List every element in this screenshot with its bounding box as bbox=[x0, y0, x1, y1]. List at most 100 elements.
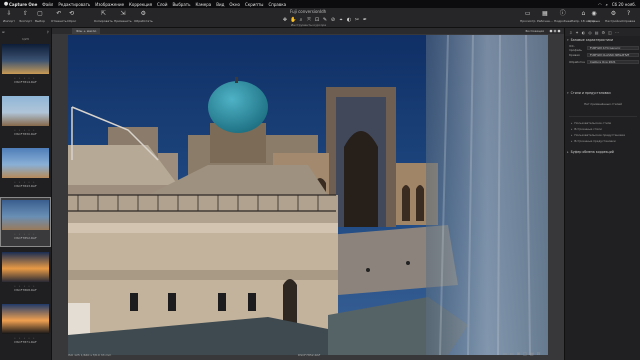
menu-item[interactable]: Коррекция bbox=[129, 2, 152, 7]
toolbar-button[interactable]: ⇲ Применить bbox=[114, 10, 132, 23]
cursor-tool-icon[interactable]: ◐ bbox=[346, 17, 352, 23]
document-title: Fuji conversionIdh bbox=[290, 9, 327, 14]
styles-subitem[interactable]: ▸ Встроенные стили bbox=[571, 127, 602, 131]
info-icon: ⓘ bbox=[559, 10, 566, 17]
menu-item[interactable]: Скрипты bbox=[245, 2, 263, 7]
thumbnail[interactable]: • • • • • DSCF7871.RAF bbox=[1, 302, 50, 350]
toolbar-button-label: Просмотр bbox=[520, 19, 536, 23]
toolbar-button[interactable]: ⟲ Сброс bbox=[67, 10, 76, 23]
styles-subitem[interactable]: ▸ Пользовательские предустановки bbox=[571, 133, 625, 137]
cursor-tool-icon[interactable]: ✂ bbox=[354, 17, 360, 23]
inspector-tab-icon[interactable]: ◐ bbox=[582, 30, 586, 35]
exposure-warning-label[interactable]: Экспозиция bbox=[525, 28, 544, 34]
toolbar-button-label: Справка bbox=[622, 19, 636, 23]
menu-item[interactable]: Слой bbox=[157, 2, 167, 7]
cursor-tools-label: Инструменты курсора bbox=[291, 23, 327, 27]
toolbar-button[interactable]: ⓘ Подробнее bbox=[554, 10, 571, 23]
toolbar-button-label: Отменить bbox=[51, 19, 67, 23]
browser-search-icon[interactable]: ⚲ bbox=[47, 30, 49, 34]
toolbar-button[interactable]: ⇱ Копировать bbox=[94, 10, 113, 23]
viewer-control-icon[interactable]: ▭ bbox=[503, 351, 507, 356]
cursor-tool-icon[interactable]: ✒ bbox=[362, 17, 368, 23]
toolbar-button-label: Применить bbox=[114, 19, 132, 23]
grid-view-icon[interactable]: ⊞ bbox=[2, 30, 5, 34]
browser-panel: ⊞ ⚲ 1/23 • • • • • DSCF7814.RAF • • • • • D… bbox=[0, 28, 52, 360]
menu-item[interactable]: Справка bbox=[268, 2, 286, 7]
toolbar-button-label: Выбор bbox=[35, 19, 46, 23]
thumbnail[interactable]: • • • • • DSCF7843.RAF bbox=[1, 146, 50, 194]
styles-subitem[interactable]: ▸ Встроенные предустановки bbox=[571, 139, 616, 143]
menu-item[interactable]: Вид bbox=[216, 2, 224, 7]
toolbar-button[interactable]: ↶ Отменить bbox=[51, 10, 67, 23]
viewer-control-icon[interactable]: ⊞ bbox=[517, 351, 520, 356]
viewer-control-icon[interactable]: ▭ bbox=[510, 351, 514, 356]
clock[interactable]: Сб 20 нояб. bbox=[612, 2, 636, 7]
copy-icon: ⇱ bbox=[100, 10, 106, 17]
wifi-icon[interactable]: ◠ bbox=[598, 2, 602, 7]
thumbnail[interactable]: • • • • • DSCF7852.RAF bbox=[0, 197, 51, 247]
viewer-control-icon[interactable]: ⊡ bbox=[537, 351, 540, 356]
cursor-tool-icon[interactable]: ✥ bbox=[282, 17, 288, 23]
thumbnail-filename: DSCF7830.RAF bbox=[14, 132, 37, 136]
inspector-tab-icon[interactable]: ⚙ bbox=[602, 30, 606, 35]
toolbar-button[interactable]: ▢ Выбор bbox=[35, 10, 45, 23]
field-select[interactable]: Capture One 2021 bbox=[587, 59, 639, 64]
inspector-tabs: ⇩ ✦ ◐ ◎ ▤ ⚙ ◫ ⋯ bbox=[565, 28, 640, 36]
toolbar-button[interactable]: ? Справка bbox=[622, 10, 635, 23]
toolbar-button-label: Настройки bbox=[605, 19, 622, 23]
field-label: Кривая bbox=[569, 52, 580, 57]
thumbnail[interactable]: • • • • • DSCF7830.RAF bbox=[1, 94, 50, 142]
viewer-control-icon[interactable]: □ bbox=[523, 351, 527, 356]
main-photo[interactable] bbox=[68, 35, 548, 355]
adjustments-clipboard-header[interactable]: ▸ Буфер обмена коррекций bbox=[567, 149, 639, 155]
menu-item[interactable]: Capture One bbox=[9, 2, 37, 7]
thumbnail[interactable]: • • • • • DSCF7814.RAF bbox=[1, 42, 50, 90]
menu-item[interactable]: Изображение bbox=[95, 2, 124, 7]
viewer-control-icon[interactable]: ▤ bbox=[530, 351, 534, 356]
search-icon[interactable]: ⌕ bbox=[606, 2, 608, 7]
toolbar-button[interactable]: ▦ Рабочее... bbox=[537, 10, 553, 23]
basic-characteristics-header[interactable]: ▾ Базовые характеристики bbox=[567, 37, 639, 43]
thumbnail-image bbox=[2, 148, 49, 178]
field-select[interactable]: FUJIFILM CLASSIC NEGATIVE bbox=[587, 52, 639, 57]
toolbar-button[interactable]: ⇧ Экспорт bbox=[19, 10, 32, 23]
inspector-tab-icon[interactable]: ◎ bbox=[588, 30, 592, 35]
menu-items: Capture One Файл Редактировать Изображение К… bbox=[9, 2, 291, 7]
menu-item[interactable]: Камера bbox=[195, 2, 211, 7]
settings-icon: ⚙ bbox=[610, 10, 617, 17]
toolbar-button[interactable]: ▭ Просмотр bbox=[520, 10, 535, 23]
export-icon: ⇧ bbox=[22, 10, 29, 17]
menu-item[interactable]: Окно bbox=[229, 2, 240, 7]
field-select[interactable]: FUJIFILM X-T4 Generic bbox=[587, 45, 639, 50]
toolbar-button[interactable]: ⚙ Обработать bbox=[134, 10, 153, 23]
inspector-tab-icon[interactable]: ✦ bbox=[575, 30, 578, 35]
thumbnail-filename: DSCF7871.RAF bbox=[14, 340, 37, 344]
chevron-right-icon: ▸ bbox=[571, 121, 573, 125]
basic-field-row: ICC-профиль FUJIFILM X-T4 Generic bbox=[569, 43, 639, 52]
exposure-warning-icons[interactable] bbox=[549, 29, 561, 33]
thumbnail-filename: DSCF7843.RAF bbox=[14, 184, 37, 188]
cursor-tool-icon[interactable]: ⊘ bbox=[330, 17, 336, 23]
toolbar-button[interactable]: ⇩ Импорт bbox=[3, 10, 15, 23]
inspector-tab-icon[interactable]: ⋯ bbox=[615, 30, 619, 35]
styles-subitem[interactable]: ▸ Пользовательские стили bbox=[571, 121, 611, 125]
cursor-tool-icon[interactable]: ⌖ bbox=[338, 17, 344, 23]
toolbar-button[interactable]: ◉ Кривые bbox=[588, 10, 600, 23]
field-label: ICC-профиль bbox=[569, 43, 582, 52]
inspector-tab-icon[interactable]: ▤ bbox=[595, 30, 599, 35]
thumbnail-filename: DSCF7814.RAF bbox=[14, 80, 37, 84]
toolbar-button[interactable]: ⚙ Настройки bbox=[605, 10, 622, 23]
menu-item[interactable]: Файл bbox=[42, 2, 53, 7]
styles-presets-header[interactable]: ▾ Стили и предустановки bbox=[567, 90, 639, 96]
menu-item[interactable]: Выбрать bbox=[172, 2, 190, 7]
styles-subitem-label: Пользовательские стили bbox=[574, 121, 612, 125]
toolbar-button-label: Обработать bbox=[134, 19, 153, 23]
inspector-tab-icon[interactable]: ◫ bbox=[608, 30, 612, 35]
inspector-tab-icon[interactable]: ⇩ bbox=[569, 30, 572, 35]
field-label: Обработка bbox=[569, 59, 585, 64]
browser-count: 1/23 bbox=[22, 37, 29, 41]
viewer-tab[interactable]: Фон + масло bbox=[72, 28, 101, 34]
thumbnail[interactable]: • • • • • DSCF7868.RAF bbox=[1, 250, 50, 298]
toolbar-button-label: Экспорт bbox=[19, 19, 33, 23]
menu-item[interactable]: Редактировать bbox=[58, 2, 90, 7]
